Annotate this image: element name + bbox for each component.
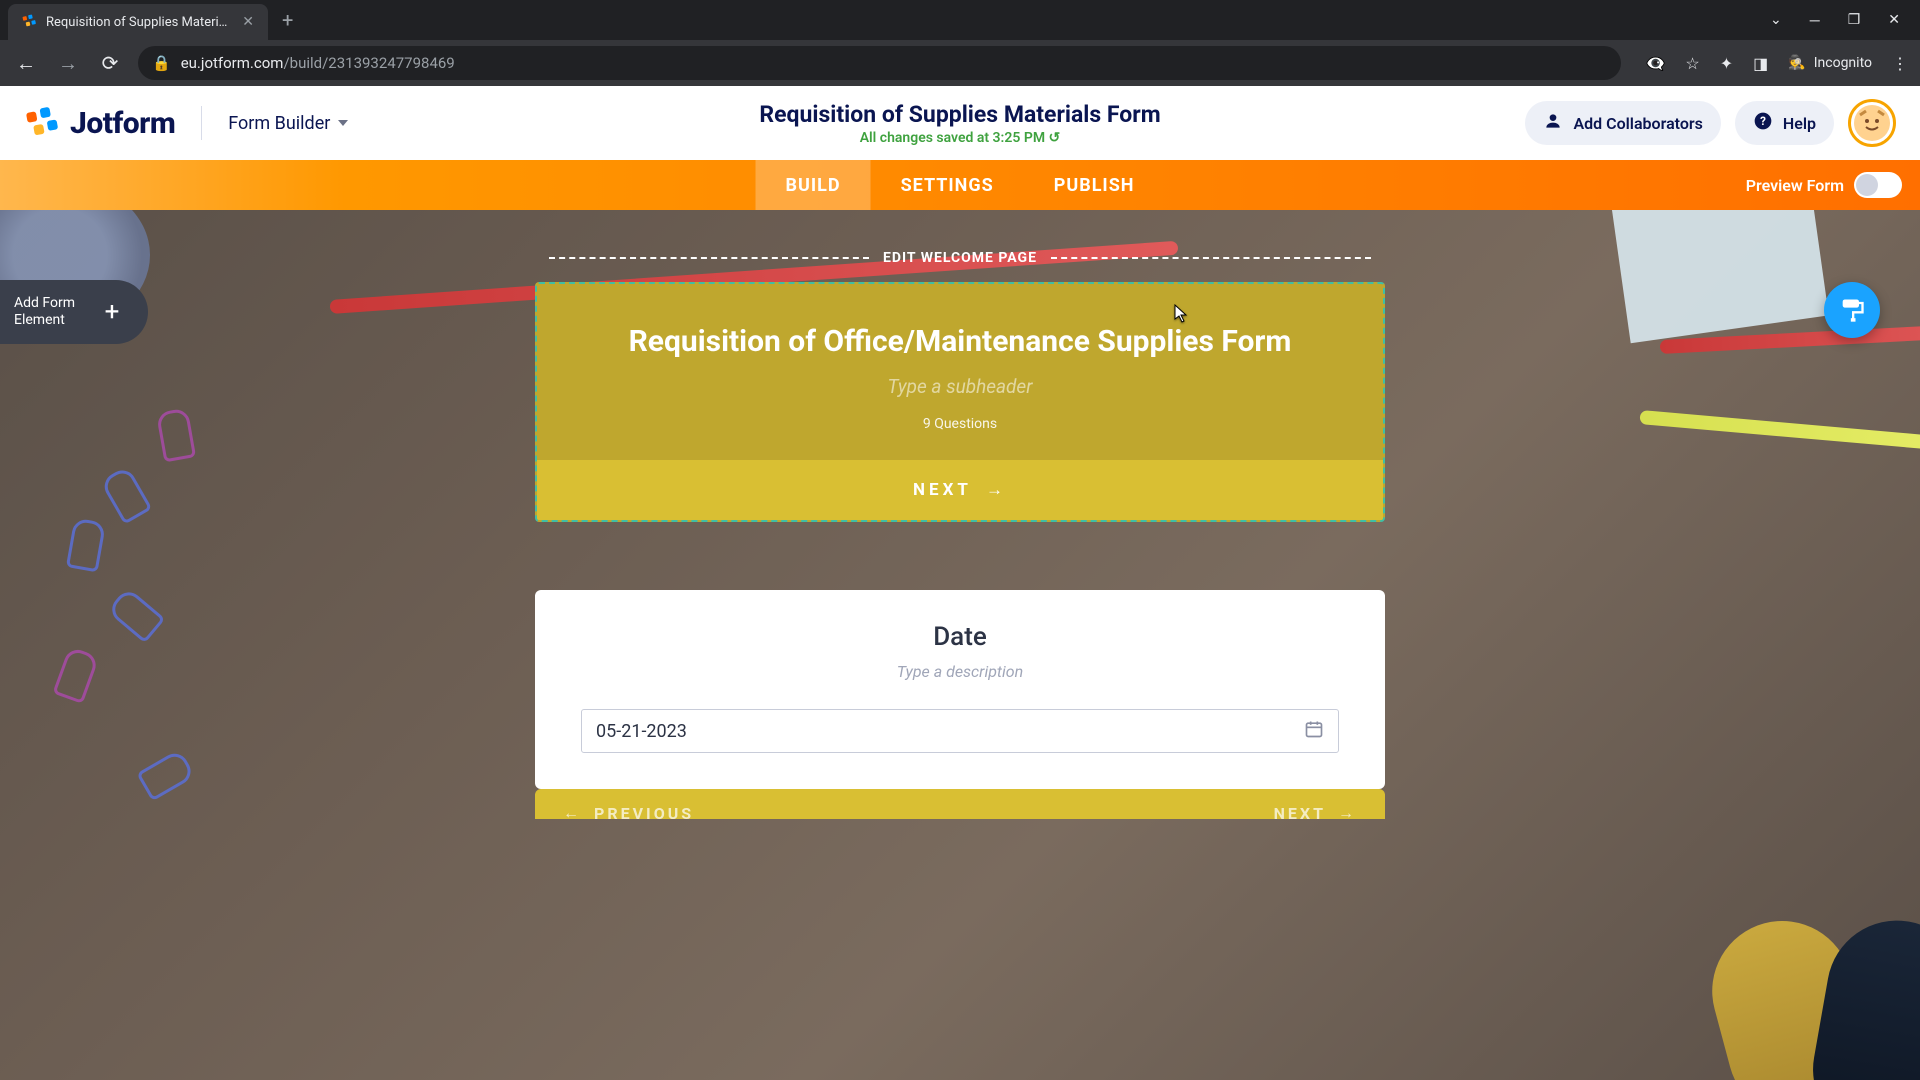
- canvas-inner: EDIT WELCOME PAGE Requisition of Office/…: [535, 210, 1385, 819]
- close-icon[interactable]: ✕: [242, 14, 254, 30]
- jotform-favicon-icon: [22, 14, 38, 30]
- tab-title: Requisition of Supplies Materials: [46, 15, 234, 30]
- date-input[interactable]: 05-21-2023: [581, 709, 1339, 753]
- reload-button[interactable]: ⟳: [96, 51, 124, 75]
- welcome-subheader[interactable]: Type a subheader: [567, 375, 1353, 398]
- logo[interactable]: Jotform: [24, 105, 175, 141]
- preview-toggle: Preview Form: [1746, 172, 1902, 198]
- question-card-date[interactable]: Date Type a description 05-21-2023: [535, 590, 1385, 789]
- paint-roller-icon: [1838, 296, 1866, 324]
- form-builder-dropdown[interactable]: Form Builder: [228, 113, 348, 134]
- window-close-icon[interactable]: ✕: [1888, 12, 1900, 28]
- previous-button[interactable]: ← PREVIOUS: [563, 803, 694, 819]
- avatar[interactable]: [1848, 99, 1896, 147]
- add-collaborators-button[interactable]: Add Collaborators: [1525, 101, 1720, 145]
- help-button[interactable]: ? Help: [1735, 101, 1834, 145]
- question-label[interactable]: Date: [581, 622, 1339, 652]
- add-element-label: Add Form Element: [14, 295, 84, 329]
- page-title[interactable]: Requisition of Supplies Materials Form: [759, 101, 1160, 128]
- form-builder-label: Form Builder: [228, 113, 330, 134]
- tab-build[interactable]: BUILD: [756, 160, 871, 210]
- jotform-logo-icon: [24, 105, 60, 141]
- next-label: NEXT: [913, 480, 972, 500]
- nav-tabs: BUILD SETTINGS PUBLISH: [756, 160, 1165, 210]
- tab-settings[interactable]: SETTINGS: [871, 160, 1024, 210]
- welcome-header: Requisition of Office/Maintenance Suppli…: [537, 284, 1383, 460]
- window-controls: ⌄ ─ ❐ ✕: [1770, 12, 1920, 29]
- chevron-down-icon: [338, 120, 348, 126]
- app-header: Jotform Form Builder Requisition of Supp…: [0, 86, 1920, 160]
- bookmark-icon[interactable]: ☆: [1685, 54, 1699, 73]
- arrow-left-icon: ←: [563, 803, 582, 819]
- question-nav-footer: ← PREVIOUS NEXT →: [535, 789, 1385, 819]
- extensions-icon[interactable]: ✦: [1720, 54, 1733, 73]
- maximize-icon[interactable]: ❐: [1848, 12, 1861, 28]
- mouse-cursor: [1174, 304, 1188, 324]
- divider: [201, 106, 202, 140]
- kebab-menu-icon[interactable]: ⋮: [1892, 54, 1908, 73]
- tab-publish[interactable]: PUBLISH: [1024, 160, 1165, 210]
- preview-switch[interactable]: [1854, 172, 1902, 198]
- arrow-right-icon: →: [986, 480, 1007, 500]
- user-icon: [1543, 111, 1563, 135]
- lock-icon: 🔒: [152, 54, 171, 72]
- help-icon: ?: [1753, 111, 1773, 135]
- save-status: All changes saved at 3:25 PM ↺: [759, 130, 1160, 146]
- date-value: 05-21-2023: [596, 721, 687, 742]
- new-tab-button[interactable]: +: [268, 8, 307, 32]
- incognito-icon: 🕵: [1788, 55, 1805, 71]
- side-panel-icon[interactable]: ◨: [1753, 54, 1768, 73]
- calendar-icon[interactable]: [1304, 719, 1324, 744]
- collaborators-label: Add Collaborators: [1573, 114, 1702, 133]
- header-center: Requisition of Supplies Materials Form A…: [759, 101, 1160, 146]
- svg-text:?: ?: [1760, 114, 1766, 128]
- forward-button[interactable]: →: [54, 51, 82, 76]
- arrow-right-icon: →: [1338, 803, 1357, 819]
- url-path: /build/231393247798469: [283, 54, 454, 72]
- url-input[interactable]: 🔒 eu.jotform.com/build/231393247798469: [138, 46, 1621, 80]
- help-label: Help: [1783, 114, 1816, 133]
- tab-bar: Requisition of Supplies Materials ✕ + ⌄ …: [0, 0, 1920, 40]
- browser-tab[interactable]: Requisition of Supplies Materials ✕: [8, 4, 268, 40]
- form-designer-button[interactable]: [1824, 282, 1880, 338]
- avatar-icon: [1854, 105, 1890, 141]
- welcome-divider[interactable]: EDIT WELCOME PAGE: [535, 250, 1385, 266]
- welcome-divider-label: EDIT WELCOME PAGE: [883, 250, 1037, 266]
- prev-label: PREVIOUS: [594, 804, 694, 820]
- next-button[interactable]: NEXT →: [1274, 803, 1357, 819]
- add-form-element-button[interactable]: Add Form Element +: [0, 280, 148, 344]
- minimize-icon[interactable]: ─: [1810, 12, 1820, 29]
- header-right: Add Collaborators ? Help: [1525, 99, 1896, 147]
- question-count: 9 Questions: [567, 416, 1353, 432]
- eye-off-icon[interactable]: 👁‍🗨: [1645, 54, 1665, 73]
- builder-nav: BUILD SETTINGS PUBLISH Preview Form: [0, 160, 1920, 210]
- question-description[interactable]: Type a description: [581, 662, 1339, 681]
- browser-chrome: Requisition of Supplies Materials ✕ + ⌄ …: [0, 0, 1920, 86]
- next-label-2: NEXT: [1274, 804, 1326, 820]
- welcome-title[interactable]: Requisition of Office/Maintenance Suppli…: [567, 324, 1353, 359]
- preview-label: Preview Form: [1746, 176, 1844, 195]
- logo-text: Jotform: [70, 106, 175, 141]
- address-bar: ← → ⟳ 🔒 eu.jotform.com/build/23139324779…: [0, 40, 1920, 86]
- tab-search-icon[interactable]: ⌄: [1770, 12, 1782, 28]
- toggle-knob: [1856, 174, 1878, 196]
- address-bar-actions: 👁‍🗨 ☆ ✦ ◨ 🕵 Incognito ⋮: [1645, 54, 1908, 73]
- form-canvas: Add Form Element + EDIT WELCOME PAGE Req…: [0, 210, 1920, 1080]
- url-host: eu.jotform.com: [181, 54, 284, 72]
- welcome-next-button[interactable]: NEXT →: [537, 460, 1383, 520]
- welcome-card[interactable]: Requisition of Office/Maintenance Suppli…: [535, 282, 1385, 522]
- incognito-label: Incognito: [1814, 55, 1872, 71]
- back-button[interactable]: ←: [12, 51, 40, 76]
- incognito-badge[interactable]: 🕵 Incognito: [1788, 55, 1872, 71]
- plus-icon: +: [94, 294, 130, 330]
